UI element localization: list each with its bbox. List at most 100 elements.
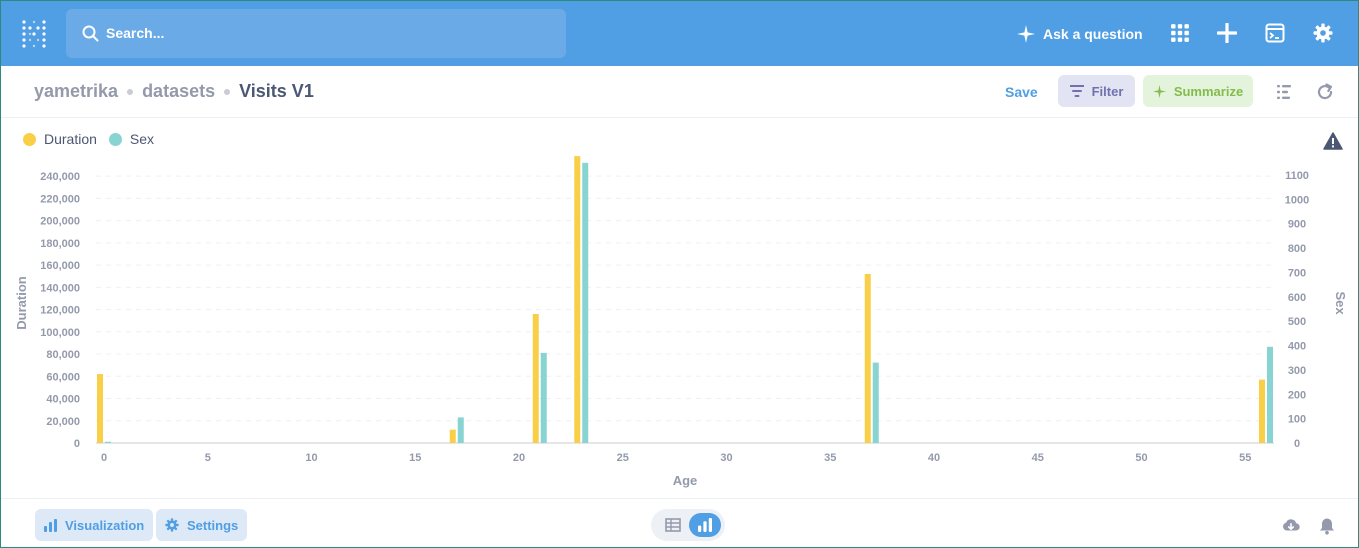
bar-duration — [1259, 379, 1265, 443]
y-tick-right: 1000 — [1285, 194, 1309, 206]
y-tick-right: 0 — [1294, 438, 1300, 450]
bar-sex — [872, 362, 879, 443]
breadcrumb-separator — [224, 88, 231, 95]
y-tick-left: 0 — [74, 438, 80, 450]
x-tick: 40 — [928, 452, 940, 464]
bell-icon[interactable] — [1318, 517, 1336, 535]
bar-duration — [574, 156, 581, 443]
visualization-label: Visualization — [65, 517, 145, 533]
y-tick-right: 700 — [1288, 267, 1306, 279]
y-tick-left: 40,000 — [46, 394, 80, 406]
query-editor-icon[interactable] — [1276, 83, 1294, 101]
bar-sex — [1267, 346, 1273, 443]
y-tick-left: 140,000 — [40, 282, 80, 294]
sparkle-icon — [1152, 84, 1166, 98]
ask-question-button[interactable]: Ask a question — [1017, 23, 1143, 45]
legend-item-duration[interactable]: Duration — [23, 131, 97, 147]
y-tick-left: 180,000 — [40, 238, 80, 250]
legend-item-sex[interactable]: Sex — [108, 131, 155, 147]
logo-icon[interactable] — [21, 19, 47, 49]
question-header: yametrika datasets Visits V1 Save Filter… — [1, 66, 1358, 118]
bar-chart-icon — [44, 518, 57, 532]
filter-button[interactable]: Filter — [1058, 75, 1135, 107]
y-tick-right: 1100 — [1285, 170, 1309, 182]
summarize-label: Summarize — [1173, 83, 1244, 99]
y-tick-right: 100 — [1288, 414, 1306, 426]
summarize-button[interactable]: Summarize — [1143, 75, 1253, 107]
y-tick-left: 100,000 — [40, 327, 80, 339]
y-tick-left: 200,000 — [40, 216, 80, 228]
y-tick-left: 20,000 — [46, 416, 80, 428]
legend-label: Duration — [44, 131, 97, 147]
terminal-icon[interactable] — [1265, 23, 1285, 43]
ask-question-label: Ask a question — [1043, 26, 1143, 42]
x-tick: 15 — [409, 452, 421, 464]
x-tick: 30 — [720, 452, 732, 464]
app-window: Search... Ask a question yametrika datas… — [0, 0, 1359, 548]
y-tick-left: 80,000 — [46, 349, 80, 361]
legend-label: Sex — [129, 131, 155, 147]
y-tick-left: 160,000 — [40, 260, 80, 272]
warning-icon[interactable] — [1323, 132, 1343, 150]
x-axis-title: Age — [673, 473, 698, 488]
bar-sex — [457, 417, 464, 443]
y-tick-left: 240,000 — [40, 171, 80, 183]
breadcrumb-database[interactable]: yametrika — [34, 81, 118, 102]
sparkle-icon — [1017, 25, 1035, 43]
y-tick-left: 220,000 — [40, 193, 80, 205]
x-tick: 55 — [1239, 452, 1251, 464]
y-tick-right: 200 — [1288, 389, 1306, 401]
search-placeholder: Search... — [106, 25, 165, 41]
gear-icon[interactable] — [1313, 23, 1333, 43]
breadcrumb-schema[interactable]: datasets — [142, 81, 215, 102]
chart-legend: Duration Sex — [23, 131, 166, 147]
legend-dot — [23, 132, 36, 146]
x-tick: 20 — [513, 452, 525, 464]
table-view-toggle[interactable] — [657, 513, 689, 537]
bar-duration — [97, 374, 103, 443]
bar-chart: 0 20,000 40,000 60,000 80,000 100,000 120,000 1… — [14, 156, 1348, 488]
chart-view-toggle[interactable] — [689, 513, 721, 537]
y-tick-left: 120,000 — [40, 305, 80, 317]
settings-button[interactable]: Settings — [156, 509, 248, 541]
top-navbar: Search... Ask a question — [1, 1, 1358, 66]
search-icon — [82, 25, 99, 42]
y-tick-right: 800 — [1288, 243, 1306, 255]
filter-icon — [1069, 85, 1084, 97]
refresh-icon[interactable] — [1316, 83, 1334, 101]
y-axis-title-left: Duration — [14, 276, 29, 330]
x-tick: 10 — [305, 452, 317, 464]
footer-bar: Visualization Settings — [1, 498, 1358, 547]
y-tick-left: 60,000 — [46, 371, 80, 383]
y-axis-title-right: Sex — [1333, 291, 1348, 315]
plus-icon[interactable] — [1217, 23, 1237, 43]
filter-label: Filter — [1091, 83, 1124, 99]
bar-sex — [540, 352, 547, 443]
breadcrumb: yametrika datasets Visits V1 — [34, 81, 314, 102]
grid-icon[interactable] — [1170, 23, 1190, 43]
table-icon — [665, 518, 681, 532]
bar-chart-icon — [698, 518, 712, 532]
gear-icon — [165, 518, 179, 532]
download-icon[interactable] — [1282, 517, 1300, 535]
save-button[interactable]: Save — [1005, 84, 1038, 100]
bar-duration — [532, 314, 539, 443]
breadcrumb-table[interactable]: Visits V1 — [239, 81, 314, 102]
x-tick: 5 — [205, 452, 211, 464]
breadcrumb-separator — [127, 88, 134, 95]
x-tick: 0 — [101, 452, 107, 464]
visualization-button[interactable]: Visualization — [35, 509, 154, 541]
settings-label: Settings — [187, 517, 239, 533]
x-tick: 25 — [617, 452, 629, 464]
bar-sex — [105, 441, 111, 443]
x-tick: 35 — [824, 452, 836, 464]
view-toggle — [651, 509, 725, 541]
bar-duration — [449, 429, 456, 443]
bar-duration — [864, 273, 871, 443]
search-bar[interactable]: Search... — [66, 9, 566, 58]
x-tick: 50 — [1135, 452, 1147, 464]
bar-sex — [582, 162, 589, 443]
y-tick-right: 500 — [1288, 316, 1306, 328]
x-tick: 45 — [1032, 452, 1044, 464]
y-tick-right: 900 — [1288, 219, 1306, 231]
